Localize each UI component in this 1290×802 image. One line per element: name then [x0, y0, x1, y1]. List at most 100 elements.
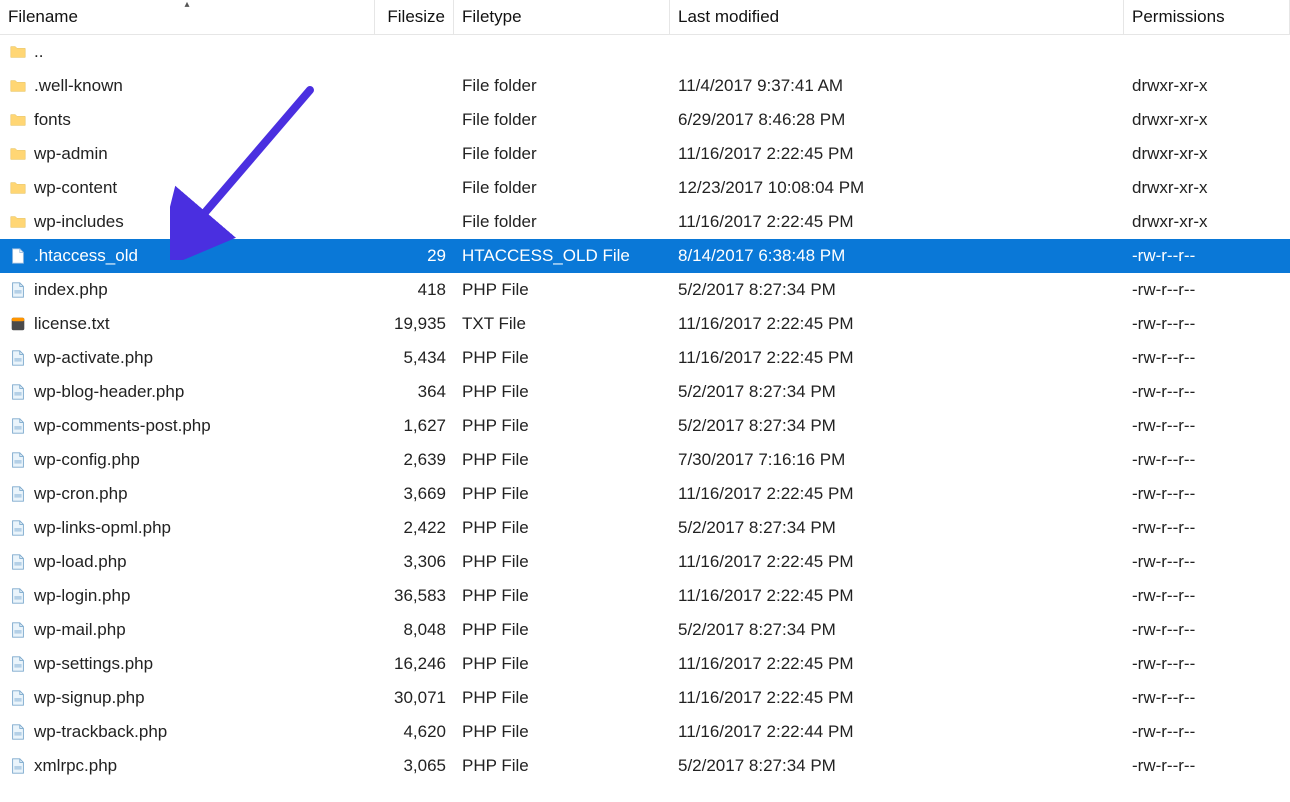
cell-filename: .well-known	[0, 69, 375, 103]
cell-permissions: -rw-r--r--	[1124, 749, 1290, 783]
cell-filetype: PHP File	[454, 749, 670, 783]
file-row[interactable]: fontsFile folder6/29/2017 8:46:28 PMdrwx…	[0, 103, 1290, 137]
column-label: Last modified	[678, 7, 779, 27]
filename-text: wp-includes	[34, 212, 124, 232]
cell-permissions: drwxr-xr-x	[1124, 137, 1290, 171]
cell-permissions: -rw-r--r--	[1124, 307, 1290, 341]
cell-last-modified: 5/2/2017 8:27:34 PM	[670, 409, 1124, 443]
cell-last-modified: 5/2/2017 8:27:34 PM	[670, 273, 1124, 307]
cell-last-modified: 11/16/2017 2:22:45 PM	[670, 545, 1124, 579]
cell-filename: wp-cron.php	[0, 477, 375, 511]
filename-text: wp-admin	[34, 144, 108, 164]
cell-permissions	[1124, 35, 1290, 69]
filename-text: xmlrpc.php	[34, 756, 117, 776]
cell-last-modified: 8/14/2017 6:38:48 PM	[670, 239, 1124, 273]
cell-filename: wp-activate.php	[0, 341, 375, 375]
php-icon	[8, 722, 28, 742]
filename-text: wp-login.php	[34, 586, 130, 606]
cell-filesize: 29	[375, 239, 454, 273]
file-row[interactable]: wp-adminFile folder11/16/2017 2:22:45 PM…	[0, 137, 1290, 171]
file-row[interactable]: wp-config.php2,639PHP File7/30/2017 7:16…	[0, 443, 1290, 477]
folder-icon	[8, 76, 28, 96]
filename-text: index.php	[34, 280, 108, 300]
cell-filename: wp-signup.php	[0, 681, 375, 715]
file-row[interactable]: wp-login.php36,583PHP File11/16/2017 2:2…	[0, 579, 1290, 613]
cell-permissions: -rw-r--r--	[1124, 647, 1290, 681]
file-row[interactable]: ..	[0, 35, 1290, 69]
column-label: Filetype	[462, 7, 522, 27]
cell-filesize: 8,048	[375, 613, 454, 647]
cell-filename: wp-trackback.php	[0, 715, 375, 749]
cell-filetype: PHP File	[454, 681, 670, 715]
cell-last-modified: 11/16/2017 2:22:45 PM	[670, 579, 1124, 613]
cell-last-modified: 5/2/2017 8:27:34 PM	[670, 613, 1124, 647]
file-row[interactable]: license.txt19,935TXT File11/16/2017 2:22…	[0, 307, 1290, 341]
cell-filesize: 1,627	[375, 409, 454, 443]
file-row[interactable]: xmlrpc.php3,065PHP File5/2/2017 8:27:34 …	[0, 749, 1290, 783]
column-header-filesize[interactable]: Filesize	[375, 0, 454, 34]
filename-text: wp-mail.php	[34, 620, 126, 640]
cell-last-modified: 11/16/2017 2:22:45 PM	[670, 205, 1124, 239]
column-header-permissions[interactable]: Permissions	[1124, 0, 1290, 34]
filename-text: wp-activate.php	[34, 348, 153, 368]
cell-last-modified: 11/16/2017 2:22:44 PM	[670, 715, 1124, 749]
file-row[interactable]: wp-signup.php30,071PHP File11/16/2017 2:…	[0, 681, 1290, 715]
file-row[interactable]: wp-activate.php5,434PHP File11/16/2017 2…	[0, 341, 1290, 375]
cell-filetype: File folder	[454, 171, 670, 205]
filename-text: .well-known	[34, 76, 123, 96]
column-header-last-modified[interactable]: Last modified	[670, 0, 1124, 34]
cell-filesize	[375, 103, 454, 137]
cell-last-modified: 12/23/2017 10:08:04 PM	[670, 171, 1124, 205]
cell-filesize	[375, 205, 454, 239]
file-row[interactable]: wp-load.php3,306PHP File11/16/2017 2:22:…	[0, 545, 1290, 579]
cell-filename: .htaccess_old	[0, 239, 375, 273]
file-row[interactable]: wp-cron.php3,669PHP File11/16/2017 2:22:…	[0, 477, 1290, 511]
remote-file-list[interactable]: ▴ Filename Filesize Filetype Last modifi…	[0, 0, 1290, 783]
cell-permissions: -rw-r--r--	[1124, 613, 1290, 647]
file-row[interactable]: wp-mail.php8,048PHP File5/2/2017 8:27:34…	[0, 613, 1290, 647]
file-row[interactable]: wp-comments-post.php1,627PHP File5/2/201…	[0, 409, 1290, 443]
file-row[interactable]: .htaccess_old29HTACCESS_OLD File8/14/201…	[0, 239, 1290, 273]
cell-filetype: PHP File	[454, 375, 670, 409]
cell-last-modified: 11/16/2017 2:22:45 PM	[670, 647, 1124, 681]
file-row[interactable]: .well-knownFile folder11/4/2017 9:37:41 …	[0, 69, 1290, 103]
column-label: Filename	[8, 7, 78, 27]
cell-permissions: -rw-r--r--	[1124, 273, 1290, 307]
file-row[interactable]: index.php418PHP File5/2/2017 8:27:34 PM-…	[0, 273, 1290, 307]
cell-filesize	[375, 35, 454, 69]
cell-permissions: -rw-r--r--	[1124, 239, 1290, 273]
php-icon	[8, 280, 28, 300]
file-row[interactable]: wp-links-opml.php2,422PHP File5/2/2017 8…	[0, 511, 1290, 545]
cell-filesize: 2,422	[375, 511, 454, 545]
cell-filesize: 4,620	[375, 715, 454, 749]
column-header-filename[interactable]: ▴ Filename	[0, 0, 375, 34]
cell-filename: ..	[0, 35, 375, 69]
file-row[interactable]: wp-settings.php16,246PHP File11/16/2017 …	[0, 647, 1290, 681]
cell-last-modified: 7/30/2017 7:16:16 PM	[670, 443, 1124, 477]
cell-filetype: HTACCESS_OLD File	[454, 239, 670, 273]
cell-filesize: 2,639	[375, 443, 454, 477]
file-row[interactable]: wp-includesFile folder11/16/2017 2:22:45…	[0, 205, 1290, 239]
filename-text: wp-links-opml.php	[34, 518, 171, 538]
column-header-filetype[interactable]: Filetype	[454, 0, 670, 34]
php-icon	[8, 450, 28, 470]
filename-text: wp-comments-post.php	[34, 416, 211, 436]
folder-icon	[8, 42, 28, 62]
cell-filetype: PHP File	[454, 477, 670, 511]
cell-last-modified: 11/16/2017 2:22:45 PM	[670, 307, 1124, 341]
php-icon	[8, 654, 28, 674]
file-row[interactable]: wp-blog-header.php364PHP File5/2/2017 8:…	[0, 375, 1290, 409]
cell-permissions: -rw-r--r--	[1124, 681, 1290, 715]
cell-filesize: 3,065	[375, 749, 454, 783]
cell-filesize	[375, 171, 454, 205]
cell-filetype: PHP File	[454, 545, 670, 579]
file-row[interactable]: wp-contentFile folder12/23/2017 10:08:04…	[0, 171, 1290, 205]
cell-permissions: drwxr-xr-x	[1124, 171, 1290, 205]
cell-filesize: 364	[375, 375, 454, 409]
cell-filename: wp-login.php	[0, 579, 375, 613]
cell-filetype: PHP File	[454, 511, 670, 545]
cell-permissions: -rw-r--r--	[1124, 715, 1290, 749]
file-row[interactable]: wp-trackback.php4,620PHP File11/16/2017 …	[0, 715, 1290, 749]
cell-filesize: 16,246	[375, 647, 454, 681]
cell-filename: wp-mail.php	[0, 613, 375, 647]
